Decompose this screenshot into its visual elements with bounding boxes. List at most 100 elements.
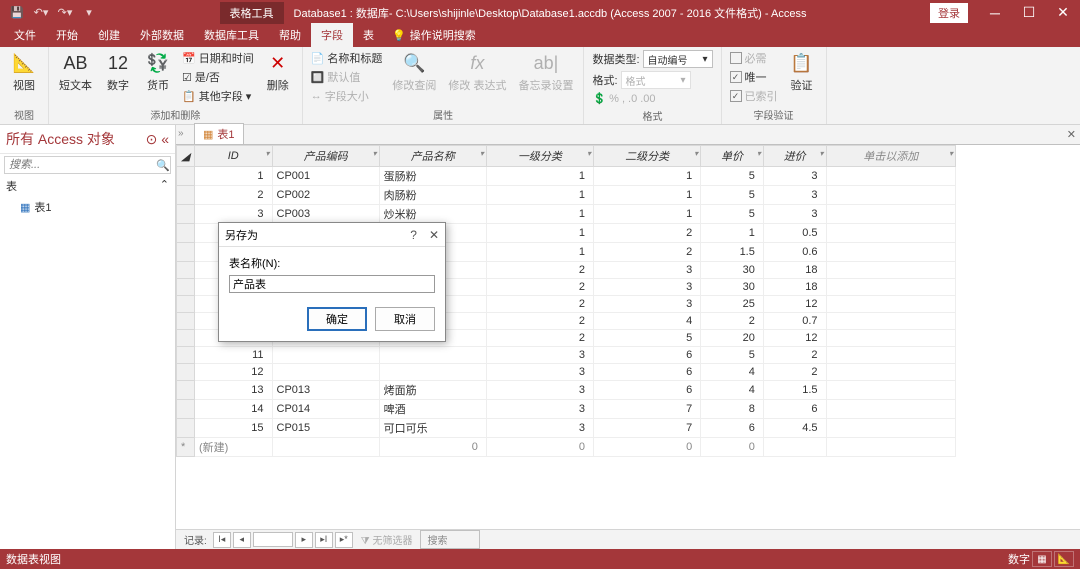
col-id[interactable]: ID▾	[195, 146, 273, 167]
cell-cost[interactable]: 4.5	[763, 419, 826, 438]
cell-add[interactable]	[826, 400, 955, 419]
cell-cost[interactable]: 18	[763, 279, 826, 296]
cell-name[interactable]	[379, 364, 486, 381]
minimize-button[interactable]: ─	[978, 0, 1012, 25]
cell-cat1[interactable]: 1	[486, 243, 593, 262]
tab-fields[interactable]: 字段	[311, 23, 353, 47]
cell-add[interactable]	[826, 364, 955, 381]
col-cat2[interactable]: 二级分类▾	[594, 146, 701, 167]
cell-name[interactable]: 啤酒	[379, 400, 486, 419]
col-price[interactable]: 单价▾	[701, 146, 764, 167]
table-row[interactable]: 12 3 6 4 2	[177, 364, 956, 381]
cell-code[interactable]	[272, 364, 379, 381]
save-icon[interactable]: 💾	[6, 3, 28, 23]
cell-name[interactable]: 肉肠粉	[379, 186, 486, 205]
col-cost[interactable]: 进价▾	[763, 146, 826, 167]
tab-database-tools[interactable]: 数据库工具	[194, 23, 269, 47]
cell-cost[interactable]: 1.5	[763, 381, 826, 400]
row-selector[interactable]	[177, 400, 195, 419]
cell-add[interactable]	[826, 224, 955, 243]
validation-button[interactable]: 📋验证	[784, 49, 820, 95]
record-position-input[interactable]	[253, 532, 293, 547]
login-button[interactable]: 登录	[930, 3, 968, 23]
cell-cost[interactable]: 6	[763, 400, 826, 419]
row-selector[interactable]	[177, 167, 195, 186]
data-type-dropdown[interactable]: 自动编号▾	[643, 50, 713, 68]
tab-file[interactable]: 文件	[4, 23, 46, 47]
cell-add[interactable]	[826, 419, 955, 438]
row-selector[interactable]	[177, 364, 195, 381]
cell-id[interactable]: 13	[195, 381, 273, 400]
number-button[interactable]: 12数字	[100, 49, 136, 95]
datasheet-view-button[interactable]: ▦	[1032, 551, 1052, 567]
first-record-button[interactable]: I◂	[213, 532, 231, 548]
row-selector[interactable]: *	[177, 438, 195, 457]
tab-help[interactable]: 帮助	[269, 23, 311, 47]
row-selector[interactable]	[177, 262, 195, 279]
cell-code[interactable]: CP013	[272, 381, 379, 400]
tab-home[interactable]: 开始	[46, 23, 88, 47]
cell-add[interactable]	[826, 186, 955, 205]
cell-add[interactable]	[826, 279, 955, 296]
cell-cost[interactable]: 3	[763, 205, 826, 224]
recnav-search[interactable]: 搜索	[420, 530, 480, 549]
cell-cost[interactable]: 12	[763, 330, 826, 347]
nav-item-table1[interactable]: ▦ 表1	[0, 196, 175, 218]
required-checkbox[interactable]: 必需	[728, 49, 780, 67]
delete-button[interactable]: ✕删除	[260, 49, 296, 95]
currency-button[interactable]: 💱货币	[140, 49, 176, 95]
cell-code[interactable]: CP001	[272, 167, 379, 186]
close-tab-button[interactable]: ✕	[1067, 128, 1076, 141]
cell-cat2[interactable]: 3	[594, 262, 701, 279]
cell-code[interactable]	[272, 347, 379, 364]
cell-code[interactable]: CP003	[272, 205, 379, 224]
tab-external-data[interactable]: 外部数据	[130, 23, 194, 47]
cancel-button[interactable]: 取消	[375, 307, 435, 331]
cell-cost[interactable]: 12	[763, 296, 826, 313]
cell-cat2[interactable]: 6	[594, 381, 701, 400]
row-selector[interactable]	[177, 296, 195, 313]
cell-id[interactable]: 15	[195, 419, 273, 438]
cell-cat1[interactable]: 3	[486, 364, 593, 381]
doc-tab-table1[interactable]: ▦ 表1	[194, 123, 244, 144]
cell-cat2[interactable]: 7	[594, 419, 701, 438]
name-caption-button[interactable]: 📄名称和标题	[309, 49, 385, 67]
increase-decimal-icon[interactable]: .0	[628, 93, 637, 105]
dialog-close-button[interactable]: ✕	[429, 228, 439, 242]
cell-cat2[interactable]: 2	[594, 243, 701, 262]
cell-cat2[interactable]: 3	[594, 279, 701, 296]
table-row[interactable]: 13 CP013 烤面筋 3 6 4 1.5	[177, 381, 956, 400]
cell-cost[interactable]: 18	[763, 262, 826, 279]
cell-add[interactable]	[826, 262, 955, 279]
col-cat1[interactable]: 一级分类▾	[486, 146, 593, 167]
cell-price[interactable]: 30	[701, 262, 764, 279]
cell-price[interactable]: 1.5	[701, 243, 764, 262]
cell-cat1[interactable]: 2	[486, 279, 593, 296]
cell-price[interactable]: 1	[701, 224, 764, 243]
row-selector[interactable]	[177, 243, 195, 262]
more-fields-button[interactable]: 📋其他字段▾	[180, 87, 256, 105]
cell-cat1[interactable]: 2	[486, 296, 593, 313]
cell-id[interactable]: 14	[195, 400, 273, 419]
cell-cat1[interactable]: 3	[486, 381, 593, 400]
cell-price[interactable]: 5	[701, 186, 764, 205]
table-row[interactable]: 11 3 6 5 2	[177, 347, 956, 364]
col-add-new[interactable]: 单击以添加▾	[826, 146, 955, 167]
cell-add[interactable]	[826, 313, 955, 330]
cell-name[interactable]	[379, 347, 486, 364]
table-row[interactable]: 2 CP002 肉肠粉 1 1 5 3	[177, 186, 956, 205]
cell-cat2[interactable]: 4	[594, 313, 701, 330]
cell-name[interactable]: 可口可乐	[379, 419, 486, 438]
cell-price[interactable]: 5	[701, 167, 764, 186]
nav-group-tables[interactable]: 表 ⌃	[0, 176, 175, 196]
cell-price[interactable]: 25	[701, 296, 764, 313]
row-selector[interactable]	[177, 313, 195, 330]
cell-cat2[interactable]: 7	[594, 400, 701, 419]
cell-cat1[interactable]: 3	[486, 400, 593, 419]
cell-price[interactable]: 4	[701, 364, 764, 381]
new-record-button[interactable]: ▸*	[335, 532, 353, 548]
row-selector[interactable]	[177, 186, 195, 205]
cell-new[interactable]: (新建)	[195, 438, 273, 457]
cell-cat1[interactable]: 1	[486, 167, 593, 186]
cell-add[interactable]	[826, 167, 955, 186]
